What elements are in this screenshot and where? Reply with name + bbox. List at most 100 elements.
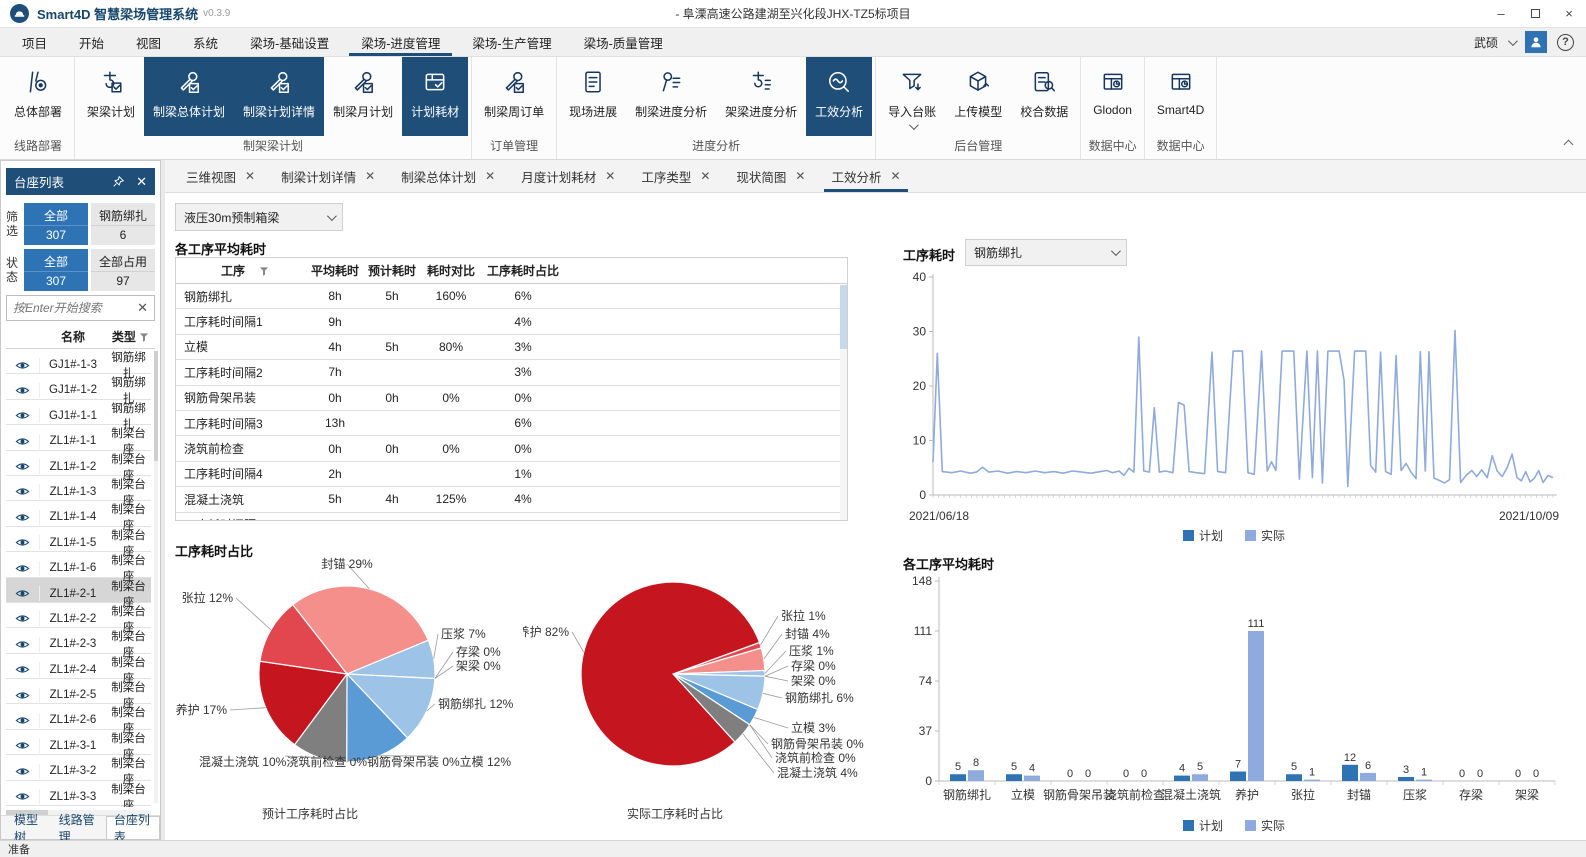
tab-三维视图[interactable]: 三维视图✕ bbox=[173, 160, 268, 192]
pedestal-row-ZL1#-3-1[interactable]: ZL1#-3-1制梁台座 bbox=[6, 730, 151, 755]
pedestal-row-ZL1#-1-6[interactable]: ZL1#-1-6制梁台座 bbox=[6, 552, 151, 577]
table-header-耗时对比[interactable]: 耗时对比 bbox=[420, 262, 482, 279]
current-user-label[interactable]: 武硕 bbox=[1474, 34, 1498, 51]
pedestal-row-ZL1#-2-3[interactable]: ZL1#-2-3制梁台座 bbox=[6, 628, 151, 653]
table-row-工序耗时间隔2[interactable]: 工序耗时间隔27h3% bbox=[176, 360, 847, 385]
ribbon-button-架梁计划[interactable]: 架梁计划 bbox=[78, 57, 144, 136]
list-vertical-scrollbar[interactable] bbox=[154, 351, 158, 803]
pedestal-row-ZL1#-1-1[interactable]: ZL1#-1-1制梁台座 bbox=[6, 425, 151, 450]
help-icon[interactable]: ? bbox=[1557, 34, 1574, 51]
beam-type-dropdown[interactable]: 液压30m预制箱梁 bbox=[175, 203, 343, 231]
menu-item-4[interactable]: 系统 bbox=[177, 28, 234, 56]
ribbon-button-制梁计划详情[interactable]: 制梁计划详情 bbox=[234, 57, 324, 136]
menu-item-2[interactable]: 开始 bbox=[63, 28, 120, 56]
ribbon-button-校合数据[interactable]: 校合数据 bbox=[1011, 57, 1077, 136]
table-row-钢筋绑扎[interactable]: 钢筋绑扎8h5h160%6% bbox=[176, 284, 847, 309]
ribbon-button-现场进展[interactable]: 现场进展 bbox=[560, 57, 626, 136]
table-row-钢筋骨架吊装[interactable]: 钢筋骨架吊装0h0h0%0% bbox=[176, 386, 847, 411]
table-row-浇筑前检查[interactable]: 浇筑前检查0h0h0%0% bbox=[176, 436, 847, 461]
eye-icon[interactable] bbox=[6, 484, 40, 499]
ribbon-button-上传模型[interactable]: 上传模型 bbox=[945, 57, 1011, 136]
ribbon-button-制梁进度分析[interactable]: 制梁进度分析 bbox=[626, 57, 716, 136]
minimize-button[interactable]: – bbox=[1484, 0, 1518, 27]
menu-item-1[interactable]: 项目 bbox=[6, 28, 63, 56]
chevron-down-icon[interactable] bbox=[1508, 36, 1518, 46]
pedestal-row-GJ1#-1-1[interactable]: GJ1#-1-1钢筋绑扎 bbox=[6, 400, 151, 425]
search-box[interactable]: ✕ bbox=[6, 295, 155, 321]
tab-close-icon[interactable]: ✕ bbox=[365, 169, 375, 183]
pedestal-row-ZL1#-2-2[interactable]: ZL1#-2-2制梁台座 bbox=[6, 603, 151, 628]
eye-icon[interactable] bbox=[6, 662, 40, 677]
eye-icon[interactable] bbox=[6, 586, 40, 601]
tab-现状简图[interactable]: 现状简图✕ bbox=[723, 160, 818, 192]
menu-item-5[interactable]: 梁场-基础设置 bbox=[234, 28, 345, 56]
search-input[interactable] bbox=[7, 301, 137, 315]
eye-icon[interactable] bbox=[6, 688, 40, 703]
sidebar-tab-台座列表[interactable]: 台座列表 bbox=[106, 816, 160, 839]
pedestal-row-ZL1#-1-4[interactable]: ZL1#-1-4制梁台座 bbox=[6, 501, 151, 526]
tab-工效分析[interactable]: 工效分析✕ bbox=[818, 160, 913, 192]
eye-icon[interactable] bbox=[6, 459, 40, 474]
eye-icon[interactable] bbox=[6, 738, 40, 753]
table-header-工序耗时占比[interactable]: 工序耗时占比 bbox=[482, 262, 564, 279]
tab-月度计划耗材[interactable]: 月度计划耗材✕ bbox=[508, 160, 628, 192]
menu-item-6[interactable]: 梁场-进度管理 bbox=[345, 28, 456, 56]
tab-工序类型[interactable]: 工序类型✕ bbox=[628, 160, 723, 192]
eye-icon[interactable] bbox=[6, 637, 40, 652]
eye-icon[interactable] bbox=[6, 358, 40, 373]
menu-item-8[interactable]: 梁场-质量管理 bbox=[568, 28, 679, 56]
eye-icon[interactable] bbox=[6, 408, 40, 423]
table-row-工序耗时间隔3[interactable]: 工序耗时间隔313h6% bbox=[176, 411, 847, 436]
table-row-立模[interactable]: 立模4h5h80%3% bbox=[176, 335, 847, 360]
tab-制梁总体计划[interactable]: 制梁总体计划✕ bbox=[388, 160, 508, 192]
tab-制梁计划详情[interactable]: 制梁计划详情✕ bbox=[268, 160, 388, 192]
maximize-button[interactable] bbox=[1518, 0, 1552, 27]
ribbon-button-制梁总体计划[interactable]: 制梁总体计划 bbox=[144, 57, 234, 136]
tab-close-icon[interactable]: ✕ bbox=[890, 169, 900, 183]
filter-value-current[interactable]: 钢筋绑扎6 bbox=[91, 203, 155, 245]
tab-close-icon[interactable]: ✕ bbox=[795, 169, 805, 183]
sidebar-tab-线路管理[interactable]: 线路管理 bbox=[52, 816, 104, 839]
ribbon-button-导入台账[interactable]: 导入台账 bbox=[879, 57, 945, 136]
table-vertical-scrollbar[interactable] bbox=[840, 285, 847, 521]
ribbon-button-总体部署[interactable]: 总体部署 bbox=[5, 57, 71, 136]
filter-value-all[interactable]: 全部307 bbox=[24, 249, 88, 291]
ribbon-button-Glodon[interactable]: Glodon bbox=[1084, 57, 1141, 136]
eye-icon[interactable] bbox=[6, 764, 40, 779]
ribbon-button-Smart4D[interactable]: Smart4D bbox=[1148, 57, 1213, 136]
ribbon-button-制梁周订单[interactable]: 制梁周订单 bbox=[475, 57, 553, 136]
column-header-type[interactable]: 类型 bbox=[106, 328, 155, 345]
tab-close-icon[interactable]: ✕ bbox=[245, 169, 255, 183]
column-header-name[interactable]: 名称 bbox=[40, 328, 106, 345]
tab-close-icon[interactable]: ✕ bbox=[485, 169, 495, 183]
pedestal-row-ZL1#-1-2[interactable]: ZL1#-1-2制梁台座 bbox=[6, 451, 151, 476]
pedestal-row-ZL1#-2-6[interactable]: ZL1#-2-6制梁台座 bbox=[6, 704, 151, 729]
pedestal-row-ZL1#-2-5[interactable]: ZL1#-2-5制梁台座 bbox=[6, 679, 151, 704]
eye-icon[interactable] bbox=[6, 789, 40, 804]
table-row-工序耗时间隔4[interactable]: 工序耗时间隔42h1% bbox=[176, 462, 847, 487]
eye-icon[interactable] bbox=[6, 434, 40, 449]
eye-icon[interactable] bbox=[6, 535, 40, 550]
menu-item-3[interactable]: 视图 bbox=[120, 28, 177, 56]
tab-close-icon[interactable]: ✕ bbox=[700, 169, 710, 183]
table-header-平均耗时[interactable]: 平均耗时 bbox=[306, 262, 364, 279]
pedestal-row-ZL1#-1-3[interactable]: ZL1#-1-3制梁台座 bbox=[6, 476, 151, 501]
pedestal-row-ZL1#-2-4[interactable]: ZL1#-2-4制梁台座 bbox=[6, 654, 151, 679]
ribbon-collapse-button[interactable] bbox=[1565, 137, 1572, 151]
process-select-dropdown[interactable]: 钢筋绑扎 bbox=[965, 239, 1127, 266]
close-button[interactable]: × bbox=[1552, 0, 1586, 27]
table-row-混凝土浇筑[interactable]: 混凝土浇筑5h4h125%4% bbox=[176, 487, 847, 512]
tab-close-icon[interactable]: ✕ bbox=[605, 169, 615, 183]
pedestal-row-ZL1#-2-1[interactable]: ZL1#-2-1制梁台座 bbox=[6, 578, 151, 603]
eye-icon[interactable] bbox=[6, 611, 40, 626]
filter-value-all[interactable]: 全部307 bbox=[24, 203, 88, 245]
ribbon-button-架梁进度分析[interactable]: 架梁进度分析 bbox=[716, 57, 806, 136]
pin-icon[interactable] bbox=[113, 175, 124, 188]
pedestal-row-ZL1#-3-3[interactable]: ZL1#-3-3制梁台座 bbox=[6, 781, 151, 806]
user-avatar[interactable] bbox=[1525, 31, 1547, 53]
pedestal-row-ZL1#-3-2[interactable]: ZL1#-3-2制梁台座 bbox=[6, 755, 151, 780]
sidebar-tab-模型树[interactable]: 模型树 bbox=[7, 816, 50, 839]
eye-icon[interactable] bbox=[6, 383, 40, 398]
ribbon-button-制梁月计划[interactable]: 制梁月计划 bbox=[324, 57, 402, 136]
clear-search-icon[interactable]: ✕ bbox=[137, 300, 154, 316]
